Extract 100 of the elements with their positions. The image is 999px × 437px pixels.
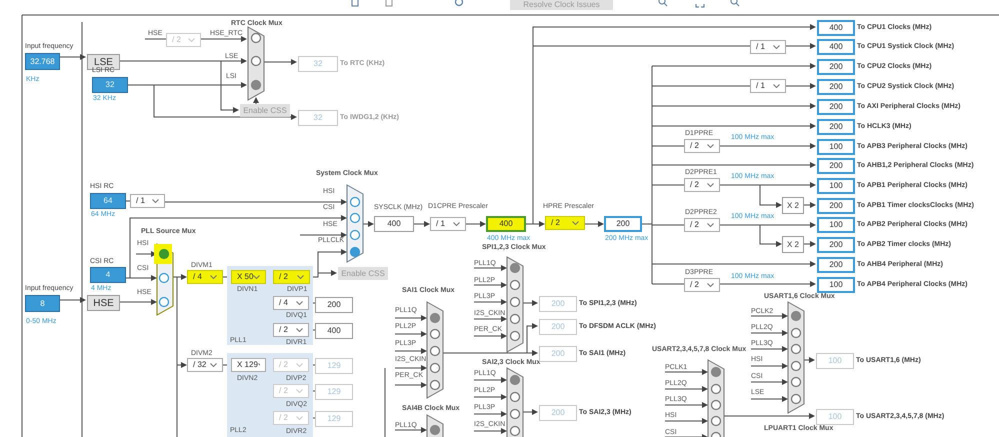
radio-option[interactable] [350,196,360,208]
radio-option[interactable] [250,56,262,66]
radio-option[interactable] [350,230,360,240]
frequency-output: 100 [817,217,855,233]
radio-option[interactable] [710,366,722,378]
radio-option[interactable] [790,394,802,404]
frequency-output: 200 [817,198,855,214]
frequency-output: 100 [817,178,855,194]
prescaler-dropdown[interactable]: / 2 [684,139,720,153]
radio-option[interactable] [710,400,722,410]
chevron-down-icon [773,45,780,49]
prescaler-dropdown[interactable]: / 2 [684,218,720,232]
radio-option[interactable] [250,32,262,44]
frequency-output: 200 [539,405,577,421]
prescaler-dropdown[interactable]: / 2 [684,278,720,292]
chevron-down-icon [188,38,195,42]
prescaler-dropdown[interactable]: X 129 [231,358,266,372]
radio-option[interactable] [350,246,360,258]
prescaler-dropdown[interactable]: / 32 [187,358,223,372]
radio-option[interactable] [710,432,722,437]
chevron-down-icon [258,363,260,367]
chevron-down-icon [773,84,780,88]
frequency-output: 200 [817,257,855,273]
prescaler-dropdown[interactable]: / 2 [273,270,310,284]
oscillator-block: HSE [87,295,120,311]
prescaler-dropdown[interactable]: / 4 [273,296,309,310]
frequency-output: 200 [817,158,855,174]
prescaler-dropdown[interactable]: / 2 [545,216,585,230]
frequency-output: 129 [315,358,353,374]
zoom-out-icon[interactable] [730,0,740,8]
chevron-down-icon [296,363,303,367]
radio-option[interactable] [510,262,520,274]
radio-option[interactable] [510,296,520,308]
radio-option[interactable] [710,384,722,394]
chevron-down-icon [707,283,714,287]
radio-option[interactable] [430,424,440,436]
radio-option[interactable] [158,296,170,308]
frequency-output: 100 [816,353,854,369]
radio-option[interactable] [430,328,440,340]
frequency-output: 200 [539,296,577,312]
frequency-output: 129 [315,411,353,427]
radio-option[interactable] [510,426,520,436]
frequency-output: 100 [816,409,854,425]
prescaler-dropdown[interactable]: X 50 [231,270,266,284]
radio-option[interactable] [430,346,440,356]
radio-option[interactable] [430,362,440,374]
frequency-output: 200 [604,216,642,232]
radio-option[interactable] [250,80,262,90]
chevron-down-icon [297,275,304,279]
radio-option[interactable] [158,248,170,260]
multiplier-block: X 2 [782,197,804,214]
radio-option[interactable] [510,374,520,386]
radio-option[interactable] [790,376,802,388]
radio-option[interactable] [510,314,520,324]
radio-option[interactable] [158,272,170,284]
zoom-in-icon[interactable] [658,0,668,8]
frequency-output: 400 [374,216,414,232]
frequency-output: 200 [539,346,577,362]
chevron-down-icon [296,328,303,332]
chevron-down-icon [210,275,217,279]
frequency-output: 400 [817,20,855,36]
frequency-output: 400 [817,39,855,55]
frequency-output: 200 [817,79,855,95]
frequency-output: 400 [486,216,526,232]
prescaler-dropdown[interactable]: / 1 [750,79,786,93]
radio-option[interactable] [510,408,520,420]
prescaler-dropdown[interactable]: / 4 [187,270,223,284]
frequency-output: 100 [817,277,855,293]
radio-option[interactable] [710,416,722,426]
frequency-output: 200 [817,119,855,135]
radio-option[interactable] [790,360,802,372]
chevron-down-icon [453,222,460,226]
chevron-down-icon [296,301,303,305]
chevron-down-icon [707,183,714,187]
radio-option[interactable] [510,280,520,290]
frequency-output: 129 [315,384,353,400]
frequency-output: 32 [298,56,338,72]
chevron-down-icon [572,221,579,225]
radio-option[interactable] [510,330,520,342]
frequency-output: 200 [817,99,855,115]
chevron-down-icon [296,416,303,420]
chevron-down-icon [210,363,217,367]
prescaler-dropdown[interactable]: / 2 [684,178,720,192]
prescaler-dropdown[interactable]: / 1 [750,40,786,54]
frequency-value: 64 [90,193,126,209]
frequency-value: 32 [92,77,128,93]
frequency-output: 100 [817,139,855,155]
frequency-output: 200 [817,59,855,75]
radio-option[interactable] [510,392,520,402]
radio-option[interactable] [790,344,802,354]
prescaler-dropdown[interactable]: / 1 [430,217,466,231]
radio-option[interactable] [790,310,802,322]
radio-option[interactable] [350,212,360,224]
frequency-output: 200 [539,319,577,335]
radio-option[interactable] [790,328,802,338]
prescaler-dropdown[interactable]: / 1 [130,194,165,208]
radio-option[interactable] [430,312,440,324]
radio-option[interactable] [430,380,440,390]
chevron-down-icon [253,275,260,279]
prescaler-dropdown[interactable]: / 2 [273,323,309,337]
